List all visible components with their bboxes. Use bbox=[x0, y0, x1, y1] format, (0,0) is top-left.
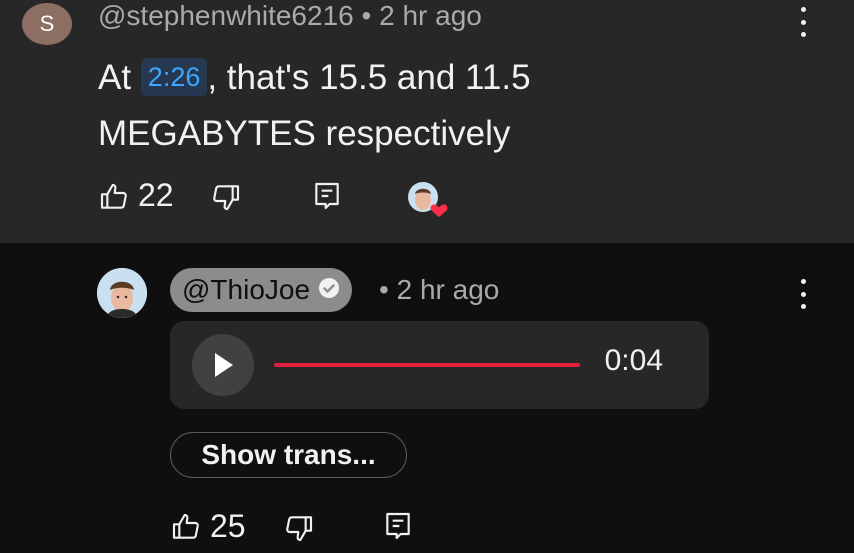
reply-icon[interactable] bbox=[382, 510, 414, 542]
creator-handle: @ThioJoe bbox=[182, 274, 311, 305]
play-icon bbox=[215, 353, 233, 377]
comment-text: At 2:26, that's 15.5 and 11.5 MEGABYTES … bbox=[98, 50, 531, 162]
like-count: 22 bbox=[138, 177, 174, 213]
comment-text-line: MEGABYTES respectively bbox=[98, 114, 511, 153]
creator-heart-icon bbox=[406, 180, 452, 220]
reply-time: 2 hr ago bbox=[396, 274, 500, 305]
reply-header: • 2 hr ago bbox=[379, 274, 499, 306]
dislike-icon[interactable] bbox=[210, 181, 242, 213]
voice-duration: 0:04 bbox=[604, 344, 663, 377]
voice-reply-player: 0:04 bbox=[170, 321, 709, 409]
play-button[interactable] bbox=[192, 334, 254, 396]
progress-bar[interactable] bbox=[274, 363, 580, 367]
separator: • bbox=[379, 274, 389, 305]
avatar-letter: S bbox=[39, 11, 55, 36]
show-transcript-button[interactable]: Show trans... bbox=[170, 432, 407, 478]
like-icon[interactable] bbox=[98, 181, 130, 213]
comment-text-part: At bbox=[98, 58, 141, 97]
comment-header: @stephenwhite6216 • 2 hr ago bbox=[98, 0, 482, 32]
dislike-icon[interactable] bbox=[283, 512, 315, 544]
verified-icon bbox=[318, 274, 340, 306]
reply-icon[interactable] bbox=[311, 180, 343, 212]
comment-time: 2 hr ago bbox=[379, 0, 482, 31]
avatar[interactable]: S bbox=[22, 3, 72, 45]
avatar[interactable] bbox=[97, 268, 147, 318]
timestamp-link[interactable]: 2:26 bbox=[140, 58, 208, 96]
like-count: 25 bbox=[210, 508, 246, 544]
more-vert-icon[interactable] bbox=[791, 279, 815, 309]
author-handle[interactable]: @stephenwhite6216 bbox=[98, 0, 354, 31]
like-icon[interactable] bbox=[170, 511, 202, 543]
creator-handle-chip[interactable]: @ThioJoe bbox=[170, 268, 353, 312]
more-vert-icon[interactable] bbox=[791, 7, 815, 37]
separator: • bbox=[361, 0, 372, 31]
comment-text-part: , that's 15.5 and 11.5 bbox=[207, 58, 531, 97]
